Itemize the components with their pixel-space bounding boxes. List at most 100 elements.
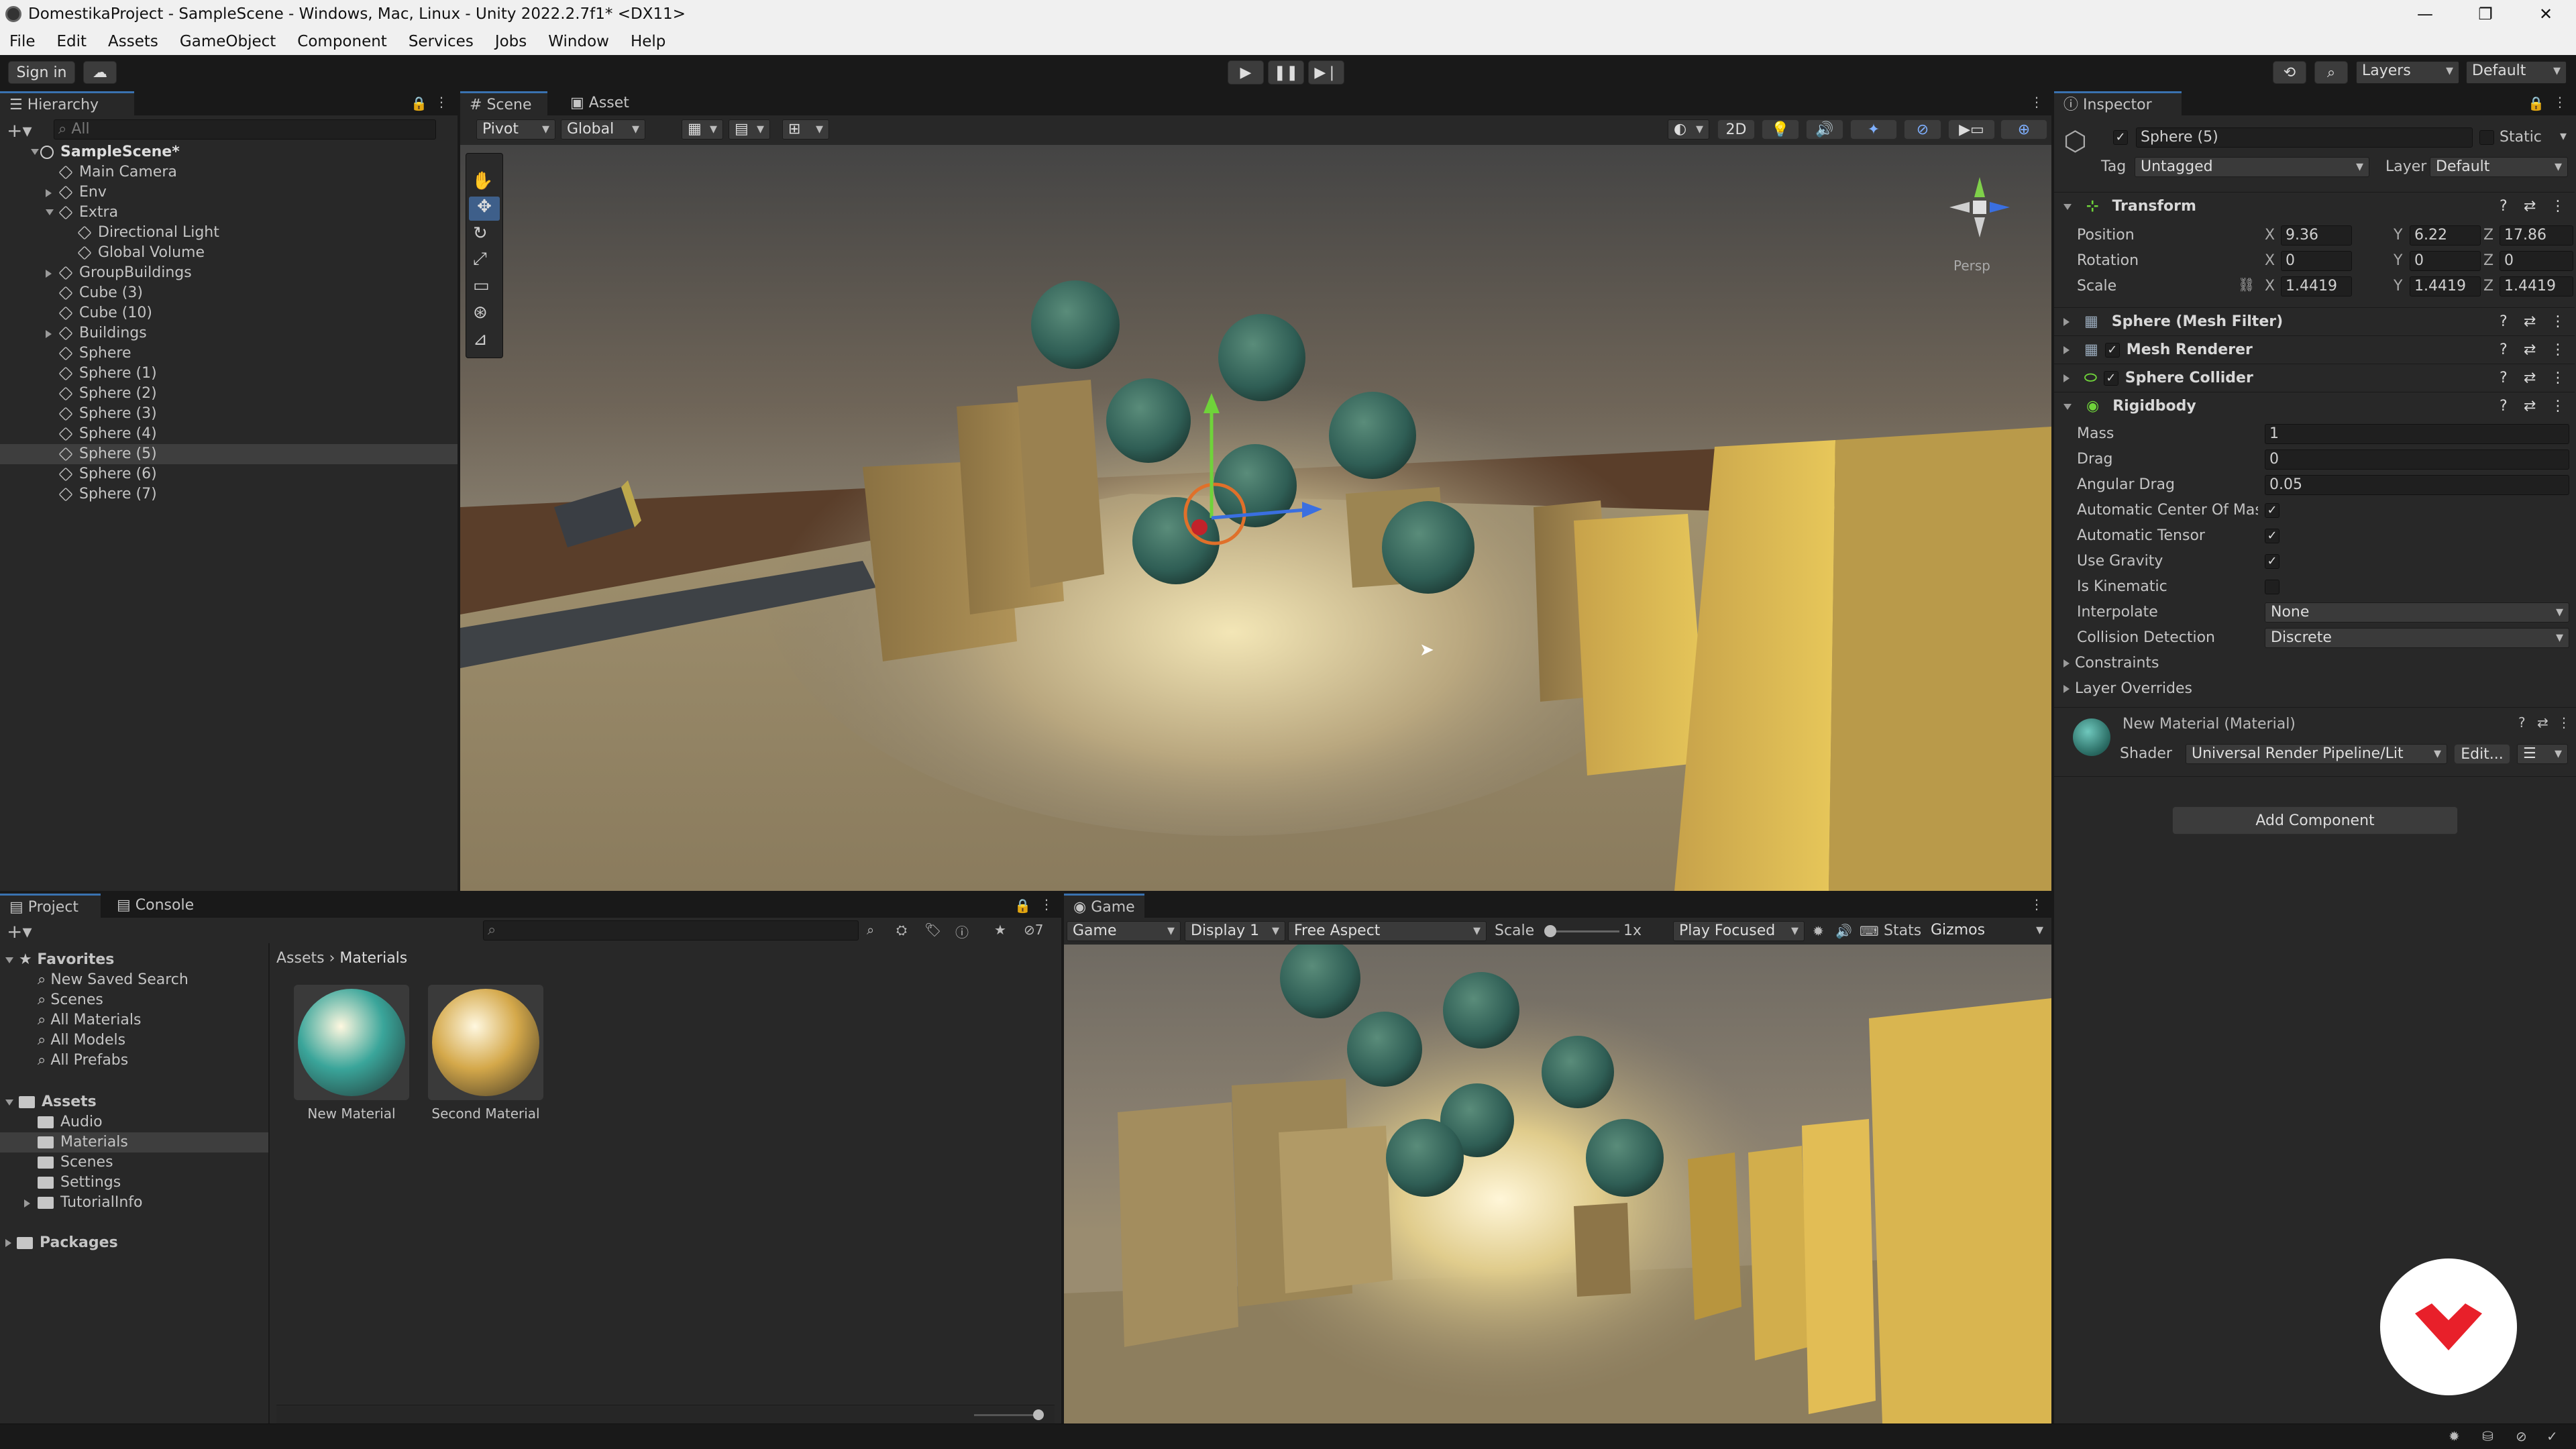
tab-game[interactable]: ◉ Game [1064,894,1144,918]
menu-component[interactable]: Component [297,33,387,50]
hierarchy-item[interactable]: Sphere (1) [0,364,458,384]
mass-input[interactable]: 1 [2265,424,2569,444]
stats-button[interactable]: Stats [1884,921,1921,941]
zoom-slider-track[interactable] [974,1414,1041,1416]
bug-icon[interactable]: ✹ [1813,923,1824,939]
foldout-arrow-icon[interactable] [2063,346,2070,354]
hierarchy-item[interactable]: Sphere (5) [0,444,458,464]
kebab-menu-icon[interactable]: ⋮ [2553,94,2567,110]
hand-tool-icon[interactable]: ✋ [472,171,493,191]
grid-snap-dropdown[interactable]: ▦ [682,119,723,140]
menu-services[interactable]: Services [409,33,474,50]
tab-hierarchy[interactable]: ☰ Hierarchy [0,91,134,115]
position-z-input[interactable]: 17.86 [2500,225,2573,246]
component-menu-icon[interactable]: ⋮ [2551,364,2565,392]
hidden-packages-icon[interactable]: ⊘7 [1024,922,1044,938]
position-z-axis-label[interactable]: Z [2483,225,2493,246]
layers-dropdown[interactable]: Layers [2356,61,2459,84]
effects-toggle[interactable]: ✦ [1850,119,1897,140]
warning-icon[interactable]: ⓘ [955,922,969,941]
transform-header[interactable]: ⊹ Transform ? ⇄ ⋮ [2054,192,2575,220]
hierarchy-item[interactable]: Sphere (4) [0,424,458,444]
keyboard-shortcuts-icon[interactable]: ⌨ [1860,923,1879,939]
scale-z-axis-label[interactable]: Z [2483,276,2493,297]
auto-center-of-mass-checkbox[interactable]: ✓ [2265,503,2279,518]
mesh-renderer-header[interactable]: ▦ ✓ Mesh Renderer ? ⇄ ⋮ [2054,335,2575,364]
mesh-filter-header[interactable]: ▦ Sphere (Mesh Filter) ? ⇄ ⋮ [2054,307,2575,335]
tab-inspector[interactable]: ⓘ Inspector [2054,91,2182,115]
search-icon[interactable]: ⌕ [2314,61,2348,84]
orientation-gizmo[interactable]: Persp [1929,157,2030,274]
collapse-arrow-icon[interactable] [5,957,13,963]
position-y-input[interactable]: 6.22 [2410,225,2481,246]
component-menu-icon[interactable]: ⋮ [2551,308,2565,336]
hierarchy-item[interactable]: Sphere (2) [0,384,458,404]
rect-tool-icon[interactable]: ▭ [473,276,490,296]
preset-icon[interactable]: ⇄ [2524,364,2536,392]
hierarchy-item[interactable]: Cube (3) [0,283,458,303]
global-dropdown[interactable]: Global [561,119,645,140]
close-icon[interactable]: ✕ [2516,0,2576,28]
material-asset-item[interactable]: New Material [291,985,412,1132]
active-checkbox[interactable]: ✓ [2113,130,2128,145]
camera-settings-dropdown[interactable]: ▶▭ [1948,119,1995,140]
rigidbody-header[interactable]: ◉ Rigidbody ? ⇄ ⋮ [2054,392,2575,420]
hierarchy-item[interactable]: Directional Light [0,223,458,243]
favorites-item[interactable]: ⌕ New Saved Search [38,970,189,990]
preset-icon[interactable]: ⇄ [2524,336,2536,364]
help-icon[interactable]: ? [2500,392,2508,421]
static-checkbox[interactable] [2479,130,2494,145]
kebab-menu-icon[interactable]: ⋮ [2030,94,2043,110]
audio-toggle[interactable]: 🔊 [1806,119,1843,140]
kebab-menu-icon[interactable]: ⋮ [1040,896,1053,912]
help-icon[interactable]: ? [2500,364,2508,392]
persp-label[interactable]: Persp [1953,258,1990,274]
collapse-arrow-icon[interactable] [5,1099,13,1106]
foldout-arrow-icon[interactable] [2063,403,2072,410]
filter-by-label-icon[interactable]: 🏷 [924,922,941,938]
draw-mode-dropdown[interactable]: ◐ [1668,119,1709,140]
scale-z-input[interactable]: 1.4419 [2500,276,2573,297]
minimize-icon[interactable]: — [2395,0,2455,28]
position-y-axis-label[interactable]: Y [2394,225,2402,246]
component-menu-icon[interactable]: ⋮ [2551,193,2565,221]
position-x-axis-label[interactable]: X [2265,225,2275,246]
favorites-item[interactable]: ⌕ Scenes [38,990,103,1010]
menu-edit[interactable]: Edit [57,33,87,50]
expand-arrow-icon[interactable] [46,270,52,278]
scale-x-input[interactable]: 1.4419 [2281,276,2352,297]
position-x-input[interactable]: 9.36 [2281,225,2352,246]
rotate-tool-icon[interactable]: ↻ [473,223,488,244]
foldout-arrow-icon[interactable] [2063,203,2072,210]
hierarchy-item[interactable]: Buildings [0,323,458,343]
search-by-type-icon[interactable]: ⌕ [867,922,874,938]
preset-icon[interactable]: ⇄ [2524,193,2536,221]
lighting-toggle[interactable]: 💡 [1762,119,1799,140]
favorites-item[interactable]: ⌕ All Models [38,1030,125,1051]
mesh-renderer-enabled-checkbox[interactable]: ✓ [2104,343,2120,358]
assets-folder-item[interactable]: TutorialInfo [0,1193,268,1213]
pivot-dropdown[interactable]: Pivot [476,119,555,140]
transform-tool-icon[interactable]: ⊛ [473,303,488,323]
favorites-item[interactable]: ⌕ All Materials [38,1010,141,1030]
layout-dropdown[interactable]: Default [2466,61,2567,84]
mute-audio-icon[interactable]: 🔊 [1835,923,1852,939]
create-asset-icon[interactable]: +▾ [7,920,32,943]
tab-project[interactable]: ▤ Project [0,894,101,918]
assets-folder-item[interactable]: Audio [0,1112,268,1132]
scene-root[interactable]: SampleScene* [31,142,180,162]
gizmos-dropdown[interactable]: Gizmos [1925,921,2049,941]
expand-arrow-icon[interactable] [46,330,52,338]
kebab-menu-icon[interactable]: ⋮ [2030,896,2043,912]
favorites-item[interactable]: ⌕ All Prefabs [38,1051,128,1071]
game-mode-dropdown[interactable]: Game [1067,921,1181,941]
breadcrumb-materials[interactable]: Materials [339,950,407,967]
object-name-input[interactable]: Sphere (5) [2136,127,2473,148]
scale-tool-icon[interactable]: ⤢ [473,249,487,270]
auto-tensor-checkbox[interactable]: ✓ [2265,529,2279,543]
scale-y-axis-label[interactable]: Y [2394,276,2402,297]
tab-console[interactable]: ▤ Console [107,894,208,918]
sign-in-button[interactable]: Sign in [8,61,75,84]
expand-arrow-icon[interactable] [5,1239,11,1247]
scale-y-input[interactable]: 1.4419 [2410,276,2481,297]
